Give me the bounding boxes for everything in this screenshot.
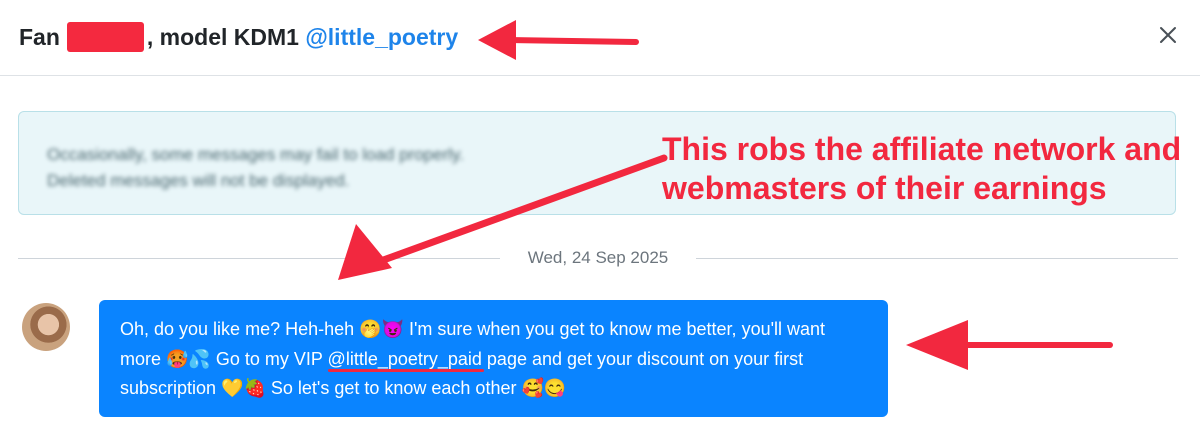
close-icon[interactable] xyxy=(1157,24,1179,46)
chat-header: Fan , model KDM1 @little_poetry xyxy=(0,0,1200,76)
annotation-text: This robs the affiliate network and webm… xyxy=(662,130,1181,208)
model-handle-link[interactable]: @little_poetry xyxy=(305,24,458,50)
notice-line-2: Deleted messages will not be displayed. xyxy=(47,171,350,190)
date-divider-right xyxy=(696,258,1178,259)
arrow-to-bubble-icon xyxy=(906,320,1113,370)
fan-label: Fan xyxy=(19,24,60,50)
date-divider-left xyxy=(18,258,500,259)
notice-text: Occasionally, some messages may fail to … xyxy=(47,142,464,194)
date-separator: Wed, 24 Sep 2025 xyxy=(527,248,669,267)
redacted-name xyxy=(66,22,144,52)
chat-title: Fan , model KDM1 @little_poetry xyxy=(19,21,458,53)
avatar[interactable] xyxy=(22,303,70,351)
annotation-line-2: webmasters of their earnings xyxy=(662,170,1107,206)
model-label: , model KDM1 xyxy=(146,24,299,50)
message-bubble: Oh, do you like me? Heh-heh 🤭😈 I'm sure … xyxy=(99,300,888,417)
vip-handle-link[interactable]: @little_poetry_paid xyxy=(328,349,482,369)
notice-line-1: Occasionally, some messages may fail to … xyxy=(47,145,464,164)
annotation-line-1: This robs the affiliate network and xyxy=(662,131,1182,167)
